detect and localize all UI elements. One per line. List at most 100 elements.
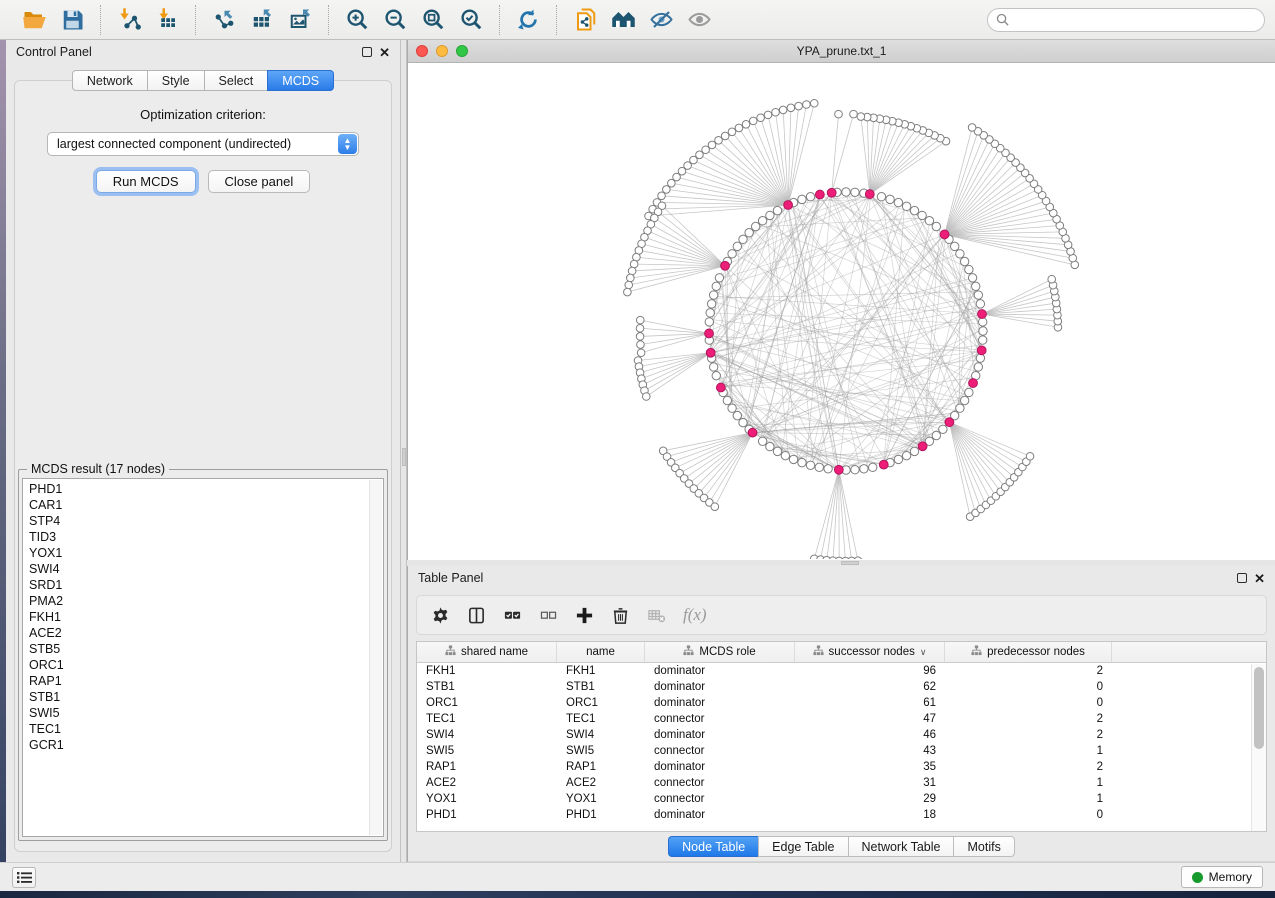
table-row[interactable]: PHD1PHD1dominator180	[417, 807, 1266, 823]
splitter-grip[interactable]	[841, 561, 859, 565]
toolbar-separator	[556, 5, 557, 35]
mcds-result-node[interactable]: PMA2	[29, 593, 383, 609]
export-table-icon[interactable]	[246, 5, 278, 35]
table-scrollbar[interactable]	[1251, 664, 1266, 831]
mcds-result-node[interactable]: SWI5	[29, 705, 383, 721]
splitter-grip[interactable]	[402, 448, 406, 466]
network-graph[interactable]	[408, 63, 1274, 559]
import-network-icon[interactable]	[113, 5, 145, 35]
delete-column-icon[interactable]	[611, 606, 630, 625]
toggle-columns-icon[interactable]	[467, 606, 486, 625]
mcds-result-node[interactable]: STB1	[29, 689, 383, 705]
function-builder-icon[interactable]: f(x)	[683, 605, 707, 625]
mcds-result-node[interactable]: YOX1	[29, 545, 383, 561]
delete-table-icon[interactable]	[647, 606, 666, 625]
mcds-result-items: PHD1CAR1STP4TID3YOX1SWI4SRD1PMA2FKH1ACE2…	[29, 481, 383, 753]
table-row[interactable]: TEC1TEC1connector472	[417, 711, 1266, 727]
zoom-selected-icon[interactable]	[455, 5, 487, 35]
task-history-button[interactable]	[12, 867, 36, 888]
network-search[interactable]	[987, 8, 1265, 32]
column-header-shared-name[interactable]: shared name	[417, 642, 557, 662]
search-input[interactable]	[1014, 13, 1256, 27]
mcds-result-node[interactable]: TEC1	[29, 721, 383, 737]
table-row[interactable]: YOX1YOX1connector291	[417, 791, 1266, 807]
table-row[interactable]: STB1STB1dominator620	[417, 679, 1266, 695]
table-row[interactable]: ORC1ORC1dominator610	[417, 695, 1266, 711]
tab-style[interactable]: Style	[147, 70, 204, 91]
run-mcds-button[interactable]: Run MCDS	[96, 170, 196, 193]
mcds-result-node[interactable]: STP4	[29, 513, 383, 529]
tab-network-table[interactable]: Network Table	[848, 836, 954, 857]
table-row[interactable]: SWI5SWI5connector431	[417, 743, 1266, 759]
export-network-icon[interactable]	[208, 5, 240, 35]
table-body: FKH1FKH1dominator962STB1STB1dominator620…	[417, 663, 1266, 831]
show-all-icon[interactable]	[683, 5, 715, 35]
scrollbar-thumb[interactable]	[1254, 667, 1264, 749]
export-image-icon[interactable]	[284, 5, 316, 35]
mcds-result-node[interactable]: SRD1	[29, 577, 383, 593]
save-session-icon[interactable]	[56, 5, 88, 35]
add-column-icon[interactable]	[575, 606, 594, 625]
zoom-fit-icon[interactable]	[417, 5, 449, 35]
mcds-result-node[interactable]: SWI4	[29, 561, 383, 577]
table-cell: ORC1	[417, 697, 557, 709]
mcds-result-node[interactable]: FKH1	[29, 609, 383, 625]
float-panel-icon[interactable]	[362, 47, 372, 57]
tab-node-table[interactable]: Node Table	[668, 836, 758, 857]
result-list-scrollbar[interactable]	[369, 480, 382, 835]
hide-selected-icon[interactable]	[645, 5, 677, 35]
first-neighbors-icon[interactable]	[607, 5, 639, 35]
hierarchy-icon	[971, 645, 982, 659]
column-header-mcds-role[interactable]: MCDS role	[645, 642, 795, 662]
open-file-icon[interactable]	[18, 5, 50, 35]
zoom-out-icon[interactable]	[379, 5, 411, 35]
mcds-result-node[interactable]: ORC1	[29, 657, 383, 673]
horizontal-splitter[interactable]	[407, 560, 1275, 566]
close-panel-icon[interactable]: ✕	[1254, 572, 1265, 585]
mcds-result-node[interactable]: CAR1	[29, 497, 383, 513]
float-panel-icon[interactable]	[1237, 573, 1247, 583]
table-row[interactable]: ACE2ACE2connector311	[417, 775, 1266, 791]
optimization-criterion-select[interactable]: largest connected component (undirected)…	[47, 132, 359, 156]
mcds-result-node[interactable]: RAP1	[29, 673, 383, 689]
mcds-result-node[interactable]: GCR1	[29, 737, 383, 753]
main-toolbar	[0, 0, 1275, 40]
tab-network[interactable]: Network	[72, 70, 147, 91]
network-canvas[interactable]	[408, 63, 1275, 560]
vertical-splitter[interactable]	[400, 40, 407, 862]
table-cell: 0	[945, 681, 1112, 693]
table-cell: PHD1	[557, 809, 645, 821]
table-cell: 1	[945, 745, 1112, 757]
tab-motifs[interactable]: Motifs	[953, 836, 1014, 857]
memory-button[interactable]: Memory	[1181, 866, 1263, 888]
select-all-icon[interactable]	[503, 606, 522, 625]
close-panel-icon[interactable]: ✕	[379, 46, 390, 59]
table-toolbar: f(x)	[416, 595, 1267, 635]
column-header-predecessor-nodes[interactable]: predecessor nodes	[945, 642, 1112, 662]
deselect-all-icon[interactable]	[539, 606, 558, 625]
mcds-result-list[interactable]: PHD1CAR1STP4TID3YOX1SWI4SRD1PMA2FKH1ACE2…	[22, 478, 384, 837]
tab-edge-table[interactable]: Edge Table	[758, 836, 847, 857]
mcds-result-node[interactable]: STB5	[29, 641, 383, 657]
table-row[interactable]: SWI4SWI4dominator462	[417, 727, 1266, 743]
mcds-result-node[interactable]: PHD1	[29, 481, 383, 497]
memory-status-icon	[1192, 872, 1203, 883]
column-header-successor-nodes[interactable]: successor nodes ∨	[795, 642, 945, 662]
sort-descending-icon: ∨	[920, 647, 927, 658]
close-panel-button[interactable]: Close panel	[208, 170, 311, 193]
table-cell: RAP1	[557, 761, 645, 773]
table-settings-icon[interactable]	[431, 606, 450, 625]
tab-mcds[interactable]: MCDS	[267, 70, 334, 91]
network-titlebar[interactable]: YPA_prune.txt_1	[408, 40, 1275, 63]
tab-select[interactable]: Select	[204, 70, 268, 91]
duplicate-network-icon[interactable]	[569, 5, 601, 35]
mcds-result-node[interactable]: TID3	[29, 529, 383, 545]
table-cell: TEC1	[417, 713, 557, 725]
zoom-in-icon[interactable]	[341, 5, 373, 35]
table-row[interactable]: RAP1RAP1dominator352	[417, 759, 1266, 775]
table-row[interactable]: FKH1FKH1dominator962	[417, 663, 1266, 679]
import-table-icon[interactable]	[151, 5, 183, 35]
mcds-result-node[interactable]: ACE2	[29, 625, 383, 641]
column-header-name[interactable]: name	[557, 642, 645, 662]
apply-layout-icon[interactable]	[512, 5, 544, 35]
